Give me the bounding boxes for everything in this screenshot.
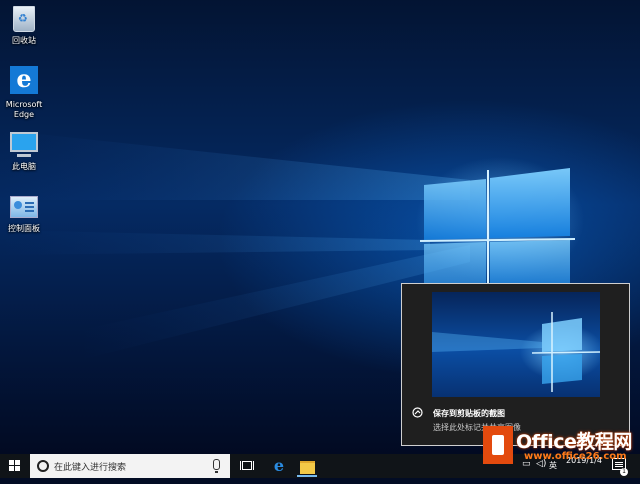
edge-icon: e (8, 66, 40, 98)
running-indicator (297, 475, 317, 477)
desktop-icon-label: 此电脑 (12, 162, 36, 171)
taskbar-search-box[interactable]: 在此键入进行搜索 (30, 454, 230, 478)
watermark-brand: Office教程网 (516, 431, 632, 453)
cortana-circle-icon (37, 460, 49, 472)
desktop-icon-this-pc[interactable]: 此电脑 (0, 128, 54, 172)
search-placeholder: 在此键入进行搜索 (54, 463, 127, 473)
snip-title: 保存到剪贴板的截图 (433, 409, 505, 418)
taskbar-file-explorer-button[interactable] (292, 454, 322, 478)
folder-icon (300, 461, 315, 474)
edge-icon: e (273, 456, 285, 475)
desktop-icon-label: 回收站 (12, 36, 36, 45)
snip-sketch-icon (412, 407, 423, 418)
watermark-url: www.office26.com (524, 451, 627, 462)
desktop-icon-label: Microsoft Edge (5, 100, 43, 119)
computer-icon (8, 128, 40, 160)
desktop-icon-recycle-bin[interactable]: 回收站 (0, 2, 54, 46)
desktop: 回收站 e Microsoft Edge 此电脑 控制面板 保存到剪贴板的截图 … (0, 0, 640, 454)
desktop-icon-label: 控制面板 (8, 224, 40, 233)
microphone-icon[interactable] (213, 459, 220, 473)
snip-notification[interactable]: 保存到剪贴板的截图 选择此处标记并共享图像 (401, 283, 630, 446)
desktop-icon-control-panel[interactable]: 控制面板 (0, 190, 54, 234)
taskbar-edge-button[interactable]: e (264, 454, 294, 478)
control-panel-icon (8, 190, 40, 222)
recycle-bin-icon (8, 2, 40, 34)
start-button[interactable] (0, 454, 30, 478)
windows-logo-icon (9, 460, 21, 472)
task-view-button[interactable] (232, 454, 262, 478)
watermark: Office教程网 www.office26.com (483, 424, 640, 470)
office-logo-icon (483, 426, 513, 464)
screenshot-thumbnail[interactable] (432, 292, 600, 397)
desktop-icon-edge[interactable]: e Microsoft Edge (0, 66, 54, 120)
